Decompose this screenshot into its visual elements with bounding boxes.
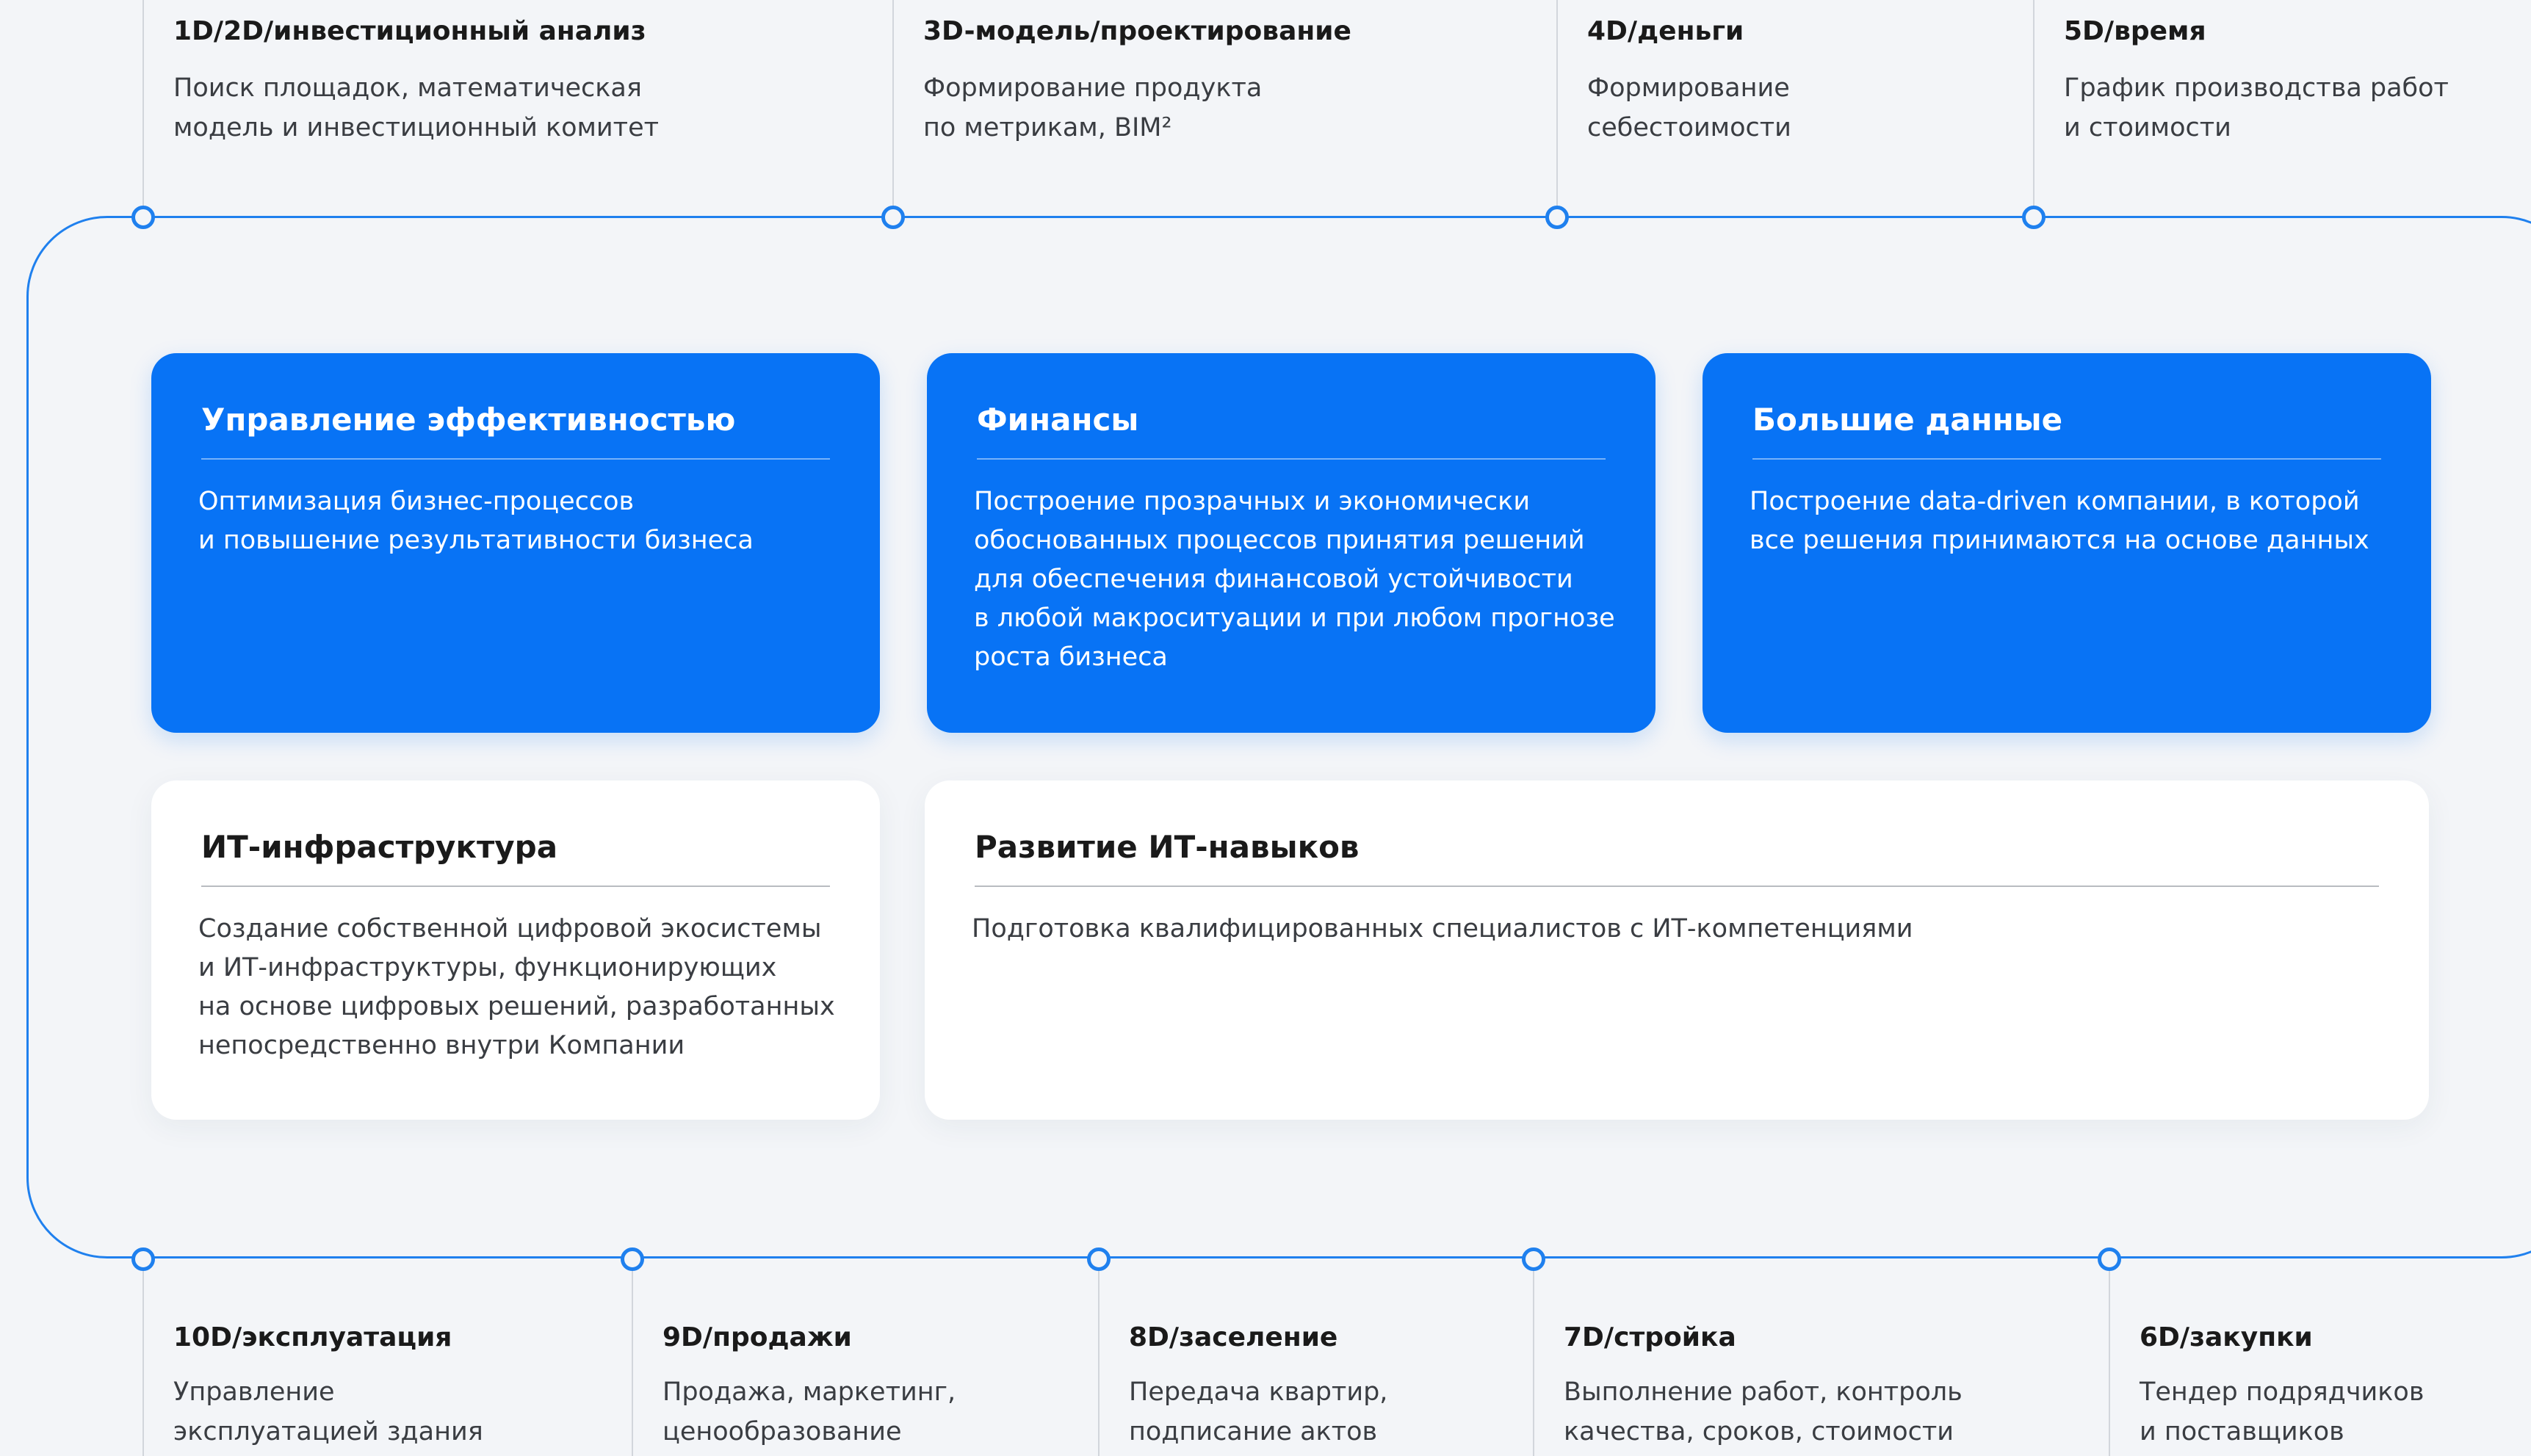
timeline-node — [1087, 1247, 1111, 1271]
card-big-data: Большие данные Построение data-driven ко… — [1703, 353, 2431, 733]
stage-description: Формирование продукта по метрикам, BIM² — [923, 73, 1263, 142]
stage-description: Тендер подрядчиков и поставщиков — [2140, 1377, 2425, 1446]
stage-title: 8D/заселение — [1129, 1322, 1338, 1352]
stage-5d: 5D/время График производства работ и сто… — [2033, 0, 2449, 220]
stage-title: 3D-модель/проектирование — [923, 16, 1351, 46]
card-text: Построение data-driven компании, в котор… — [1750, 487, 2369, 555]
timeline-node — [131, 206, 155, 229]
stage-9d: 9D/продажи Продажа, маркетинг, ценообраз… — [632, 1258, 956, 1456]
stage-7d: 7D/стройка Выполнение работ, контроль ка… — [1533, 1258, 1963, 1456]
stage-6d: 6D/закупки Тендер подрядчиков и поставщи… — [2109, 1258, 2424, 1456]
card-divider — [1752, 458, 2381, 460]
card-title: Финансы — [977, 402, 1139, 438]
stage-description: График производства работ и стоимости — [2064, 73, 2449, 142]
card-text: Оптимизация бизнес-процессов и повышение… — [198, 487, 754, 555]
card-title: ИТ-инфраструктура — [201, 829, 558, 865]
timeline-node — [881, 206, 905, 229]
stage-10d: 10D/эксплуатация Управление эксплуатацие… — [142, 1258, 483, 1456]
timeline-node — [2022, 206, 2046, 229]
timeline-node — [1522, 1247, 1545, 1271]
stage-title: 9D/продажи — [662, 1322, 852, 1352]
stage-title: 5D/время — [2064, 16, 2206, 46]
card-divider — [201, 885, 830, 887]
stage-title: 6D/закупки — [2140, 1322, 2313, 1352]
card-finance: Финансы Построение прозрачных и экономич… — [927, 353, 1656, 733]
card-title: Большие данные — [1752, 402, 2063, 438]
card-title: Развитие ИТ-навыков — [975, 829, 1360, 865]
stage-3d: 3D-модель/проектирование Формирование пр… — [892, 0, 1351, 220]
timeline-node — [131, 1247, 155, 1271]
stage-description: Выполнение работ, контроль качества, сро… — [1564, 1377, 1963, 1446]
stage-4d: 4D/деньги Формирование себестоимости — [1556, 0, 1791, 220]
timeline-node — [1545, 206, 1569, 229]
card-text: Построение прозрачных и экономически обо… — [974, 487, 1615, 672]
card-it-infrastructure: ИТ-инфраструктура Создание собственной ц… — [151, 780, 880, 1120]
stage-title: 4D/деньги — [1587, 16, 1744, 46]
card-text: Подготовка квалифицированных специалисто… — [972, 914, 1913, 943]
timeline-node — [2098, 1247, 2121, 1271]
stage-1d-2d: 1D/2D/инвестиционный анализ Поиск площад… — [142, 0, 659, 220]
card-title: Управление эффективностью — [201, 402, 736, 438]
card-it-skills: Развитие ИТ-навыков Подготовка квалифици… — [925, 780, 2429, 1120]
stage-title: 7D/стройка — [1564, 1322, 1736, 1352]
timeline-node — [621, 1247, 644, 1271]
card-divider — [975, 885, 2379, 887]
card-efficiency-management: Управление эффективностью Оптимизация би… — [151, 353, 880, 733]
card-text: Создание собственной цифровой экосистемы… — [198, 914, 835, 1060]
stage-8d: 8D/заселение Передача квартир, подписани… — [1098, 1258, 1387, 1456]
stage-title: 10D/эксплуатация — [173, 1322, 452, 1352]
card-divider — [977, 458, 1606, 460]
stage-description: Поиск площадок, математическая модель и … — [173, 73, 659, 142]
stage-title: 1D/2D/инвестиционный анализ — [173, 16, 646, 46]
card-divider — [201, 458, 830, 460]
